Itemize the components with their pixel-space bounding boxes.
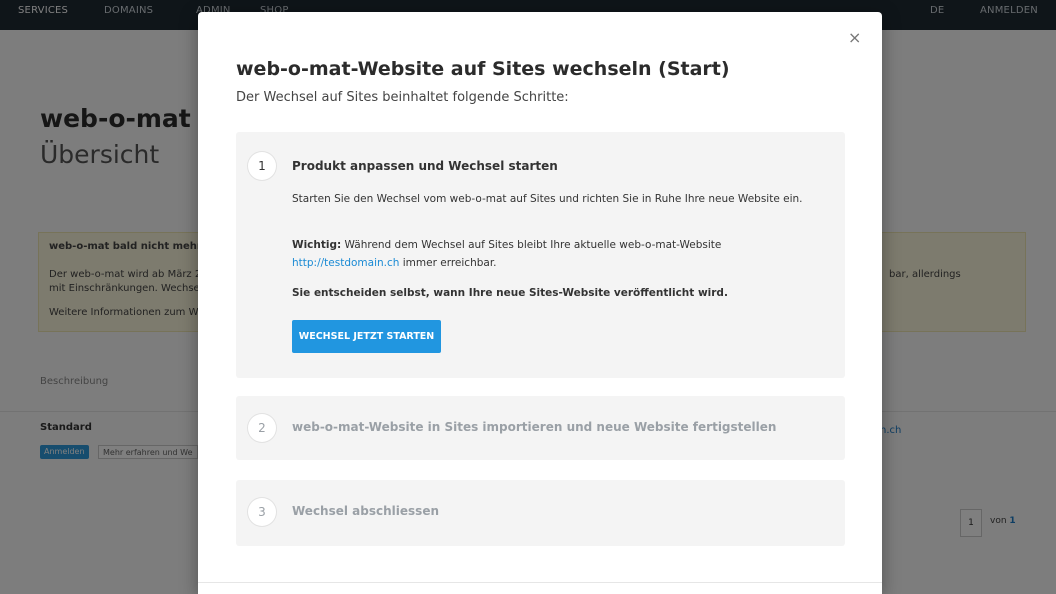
modal-title: web-o-mat-Website auf Sites wechseln (St… [236, 58, 730, 80]
important-label: Wichtig: [292, 239, 342, 251]
step-2-panel: 2 web-o-mat-Website in Sites importieren… [236, 396, 845, 460]
step-3-panel: 3 Wechsel abschliessen [236, 480, 845, 546]
close-icon[interactable]: × [848, 28, 861, 47]
important-text-end: immer erreichbar. [399, 257, 497, 269]
modal-subtitle: Der Wechsel auf Sites beinhaltet folgend… [236, 90, 569, 105]
step-description: Starten Sie den Wechsel vom web-o-mat au… [292, 193, 803, 205]
step-title: web-o-mat-Website in Sites importieren u… [292, 420, 777, 434]
step-publish-note: Sie entscheiden selbst, wann Ihre neue S… [292, 287, 728, 299]
step-number-badge: 3 [248, 498, 276, 526]
switch-modal: × web-o-mat-Website auf Sites wechseln (… [198, 12, 882, 594]
step-1-panel: 1 Produkt anpassen und Wechsel starten S… [236, 132, 845, 378]
important-text: Während dem Wechsel auf Sites bleibt Ihr… [341, 239, 722, 251]
step-number-badge: 1 [248, 152, 276, 180]
step-title: Wechsel abschliessen [292, 504, 439, 518]
start-switch-button[interactable]: WECHSEL JETZT STARTEN [292, 320, 441, 353]
modal-footer-divider [198, 582, 882, 583]
step-title: Produkt anpassen und Wechsel starten [292, 159, 558, 173]
testdomain-link[interactable]: http://testdomain.ch [292, 257, 399, 269]
step-important-note: Wichtig: Während dem Wechsel auf Sites b… [292, 236, 812, 272]
step-number-badge: 2 [248, 414, 276, 442]
